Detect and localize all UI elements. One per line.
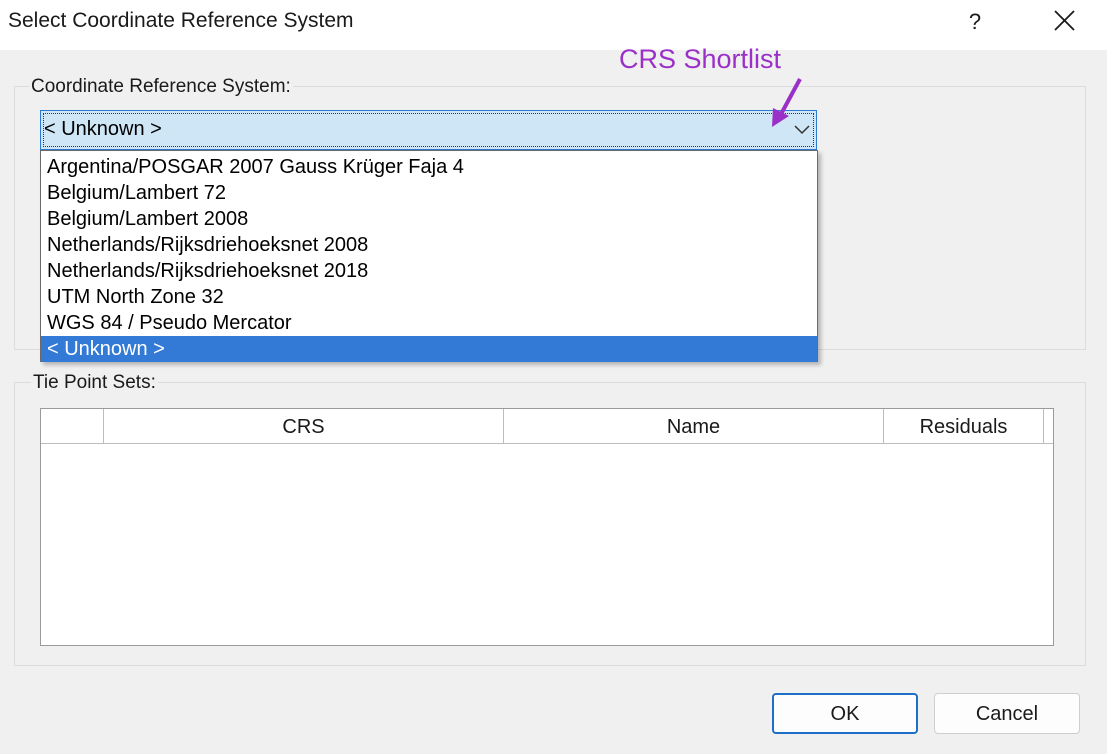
tie-points-group-label: Tie Point Sets:	[31, 372, 158, 394]
dropdown-item-netherlands-rd-2008[interactable]: Netherlands/Rijksdriehoeksnet 2008	[41, 232, 817, 258]
window-title: Select Coordinate Reference System	[8, 9, 354, 32]
ok-button[interactable]: OK	[772, 693, 918, 734]
crs-group-label: Coordinate Reference System:	[29, 76, 293, 98]
cancel-button[interactable]: Cancel	[934, 693, 1080, 734]
dropdown-item-belgium-lambert-72[interactable]: Belgium/Lambert 72	[41, 180, 817, 206]
dropdown-item-netherlands-rd-2018[interactable]: Netherlands/Rijksdriehoeksnet 2018	[41, 258, 817, 284]
title-bar: Select Coordinate Reference System ?	[0, 0, 1107, 50]
crs-combo-box[interactable]: < Unknown >	[40, 110, 817, 150]
crs-dropdown-list[interactable]: Argentina/POSGAR 2007 Gauss Krüger Faja …	[40, 150, 818, 362]
close-icon	[1054, 10, 1075, 31]
crs-combo-value: < Unknown >	[44, 118, 162, 140]
dropdown-item-unknown[interactable]: < Unknown >	[41, 336, 817, 362]
dropdown-item-argentina-posgar[interactable]: Argentina/POSGAR 2007 Gauss Krüger Faja …	[41, 154, 817, 180]
dropdown-item-belgium-lambert-2008[interactable]: Belgium/Lambert 2008	[41, 206, 817, 232]
help-button[interactable]: ?	[955, 3, 995, 41]
close-button[interactable]	[1045, 3, 1085, 41]
column-header-residuals[interactable]: Residuals	[884, 409, 1044, 443]
annotation-arrow-icon	[772, 78, 802, 127]
tie-points-table[interactable]: CRS Name Residuals	[40, 408, 1054, 646]
dropdown-item-utm-north-zone-32[interactable]: UTM North Zone 32	[41, 284, 817, 310]
column-header-crs[interactable]: CRS	[104, 409, 504, 443]
crs-shortlist-annotation: CRS Shortlist	[619, 44, 782, 74]
table-header: CRS Name Residuals	[41, 409, 1053, 444]
column-header-name[interactable]: Name	[504, 409, 884, 443]
column-header-row-selector[interactable]	[41, 409, 104, 443]
dropdown-item-wgs84-pseudo-mercator[interactable]: WGS 84 / Pseudo Mercator	[41, 310, 817, 336]
